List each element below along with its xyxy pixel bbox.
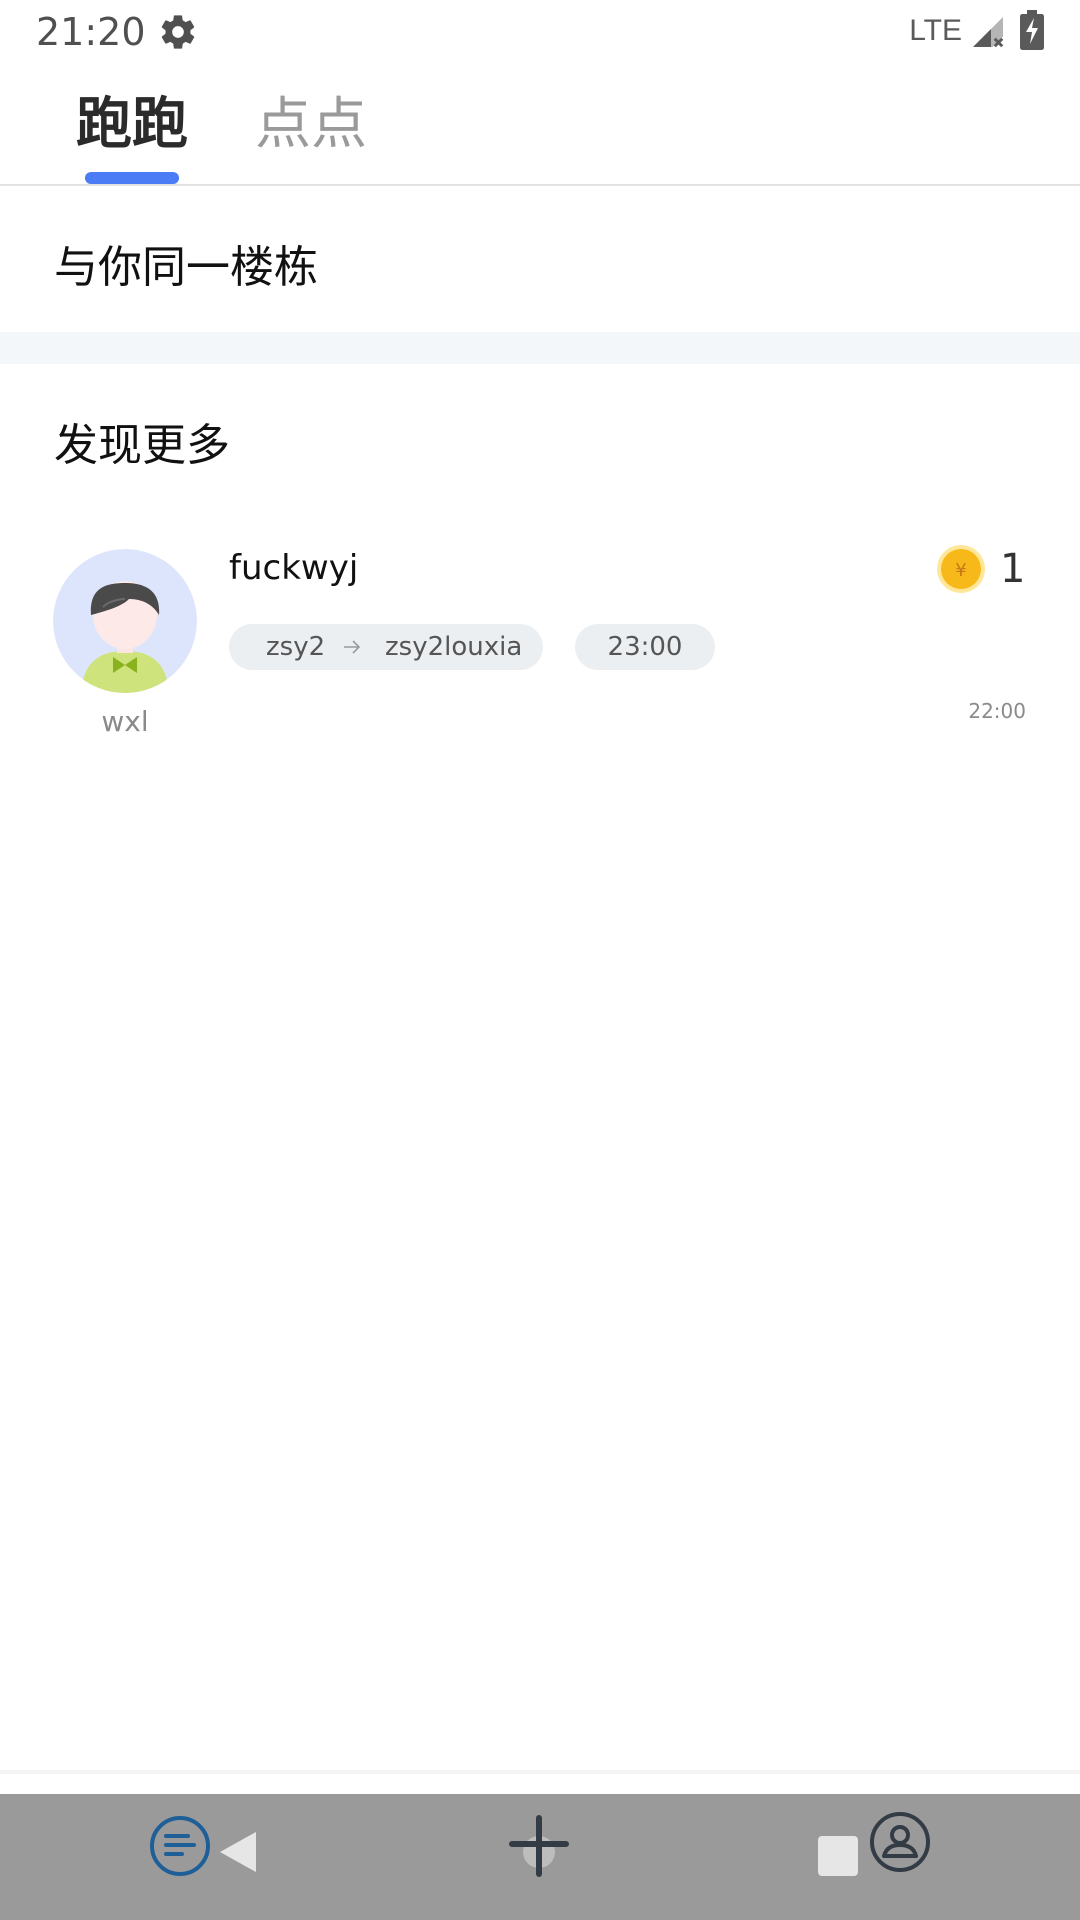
arrow-right-icon xyxy=(344,640,361,654)
network-type: LTE xyxy=(909,14,962,47)
route-chip: zsy2 zsy2louxia xyxy=(229,624,543,670)
reward-amount: 1 xyxy=(1000,546,1026,592)
back-icon[interactable] xyxy=(218,1830,258,1874)
status-time: 21:20 xyxy=(36,10,146,54)
avatar-icon[interactable] xyxy=(53,549,197,693)
profile-icon[interactable] xyxy=(868,1810,932,1874)
list-icon[interactable] xyxy=(148,1814,212,1878)
avatar-name: wxl xyxy=(101,705,149,738)
status-bar: 21:20 LTE xyxy=(0,0,1080,64)
navigation-bar xyxy=(0,1794,1080,1920)
order-title: fuckwyj xyxy=(229,548,359,588)
top-tabs: 跑跑 点点 xyxy=(0,64,1080,184)
section-title-discover: 发现更多 xyxy=(54,420,230,471)
tab-points[interactable]: 点点 xyxy=(255,90,367,160)
route-to: zsy2louxia xyxy=(385,632,523,662)
recents-icon[interactable] xyxy=(818,1836,858,1876)
order-card[interactable]: wxl fuckwyj ¥ 1 zsy2 zsy2louxia 23:00 22… xyxy=(0,540,1080,750)
tab-runs[interactable]: 跑跑 xyxy=(76,90,188,160)
signal-icon xyxy=(973,17,1004,48)
battery-charging-icon xyxy=(1020,10,1044,50)
tabs-divider xyxy=(0,184,1080,186)
svg-text:¥: ¥ xyxy=(955,560,966,581)
coin-icon: ¥ xyxy=(937,545,985,593)
deadline-chip: 23:00 xyxy=(575,624,715,670)
route-from: zsy2 xyxy=(266,632,326,662)
plus-icon[interactable] xyxy=(508,1814,570,1878)
screen: 21:20 LTE 跑跑 点点 与你同一楼栋 发现更多 wxl fuckwyj … xyxy=(0,0,1080,1920)
section-divider xyxy=(0,332,1080,364)
bottom-separator xyxy=(0,1770,1080,1774)
gear-icon xyxy=(161,15,195,49)
post-time: 22:00 xyxy=(968,699,1026,723)
section-title-same-building: 与你同一楼栋 xyxy=(54,242,318,293)
tab-indicator xyxy=(85,172,179,184)
